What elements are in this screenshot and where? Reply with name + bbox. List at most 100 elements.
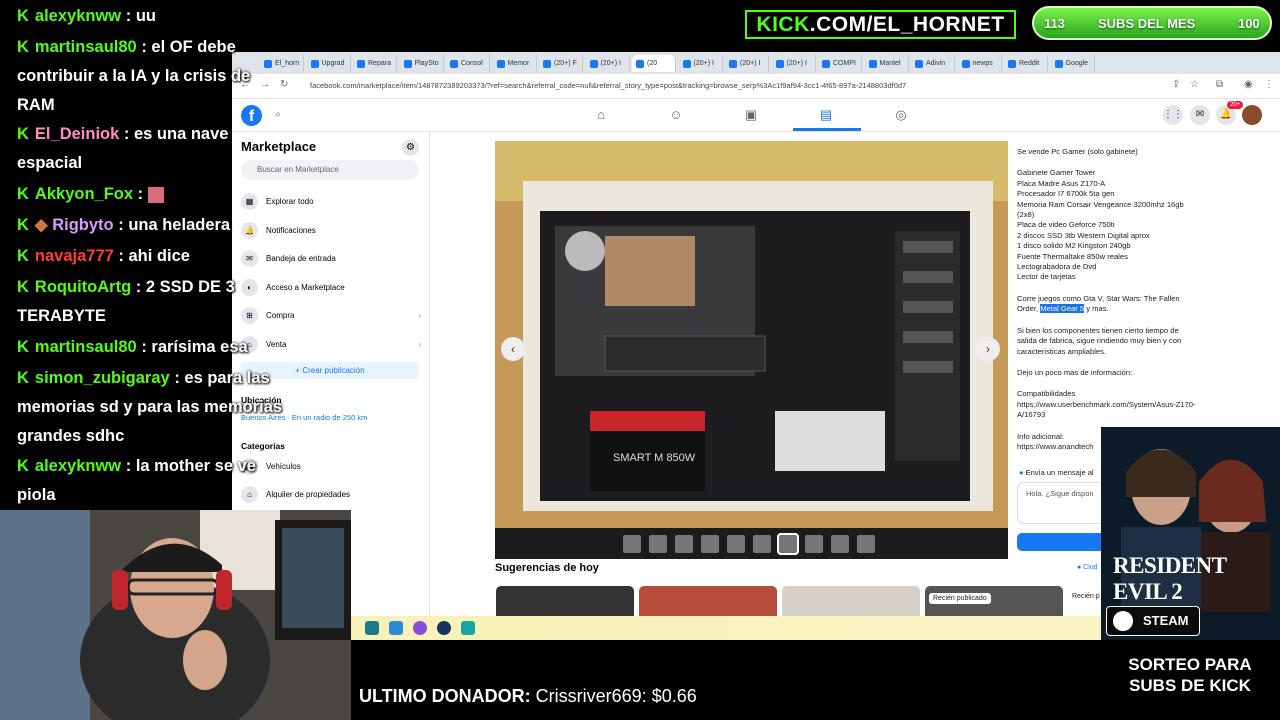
tab-favicon-icon bbox=[589, 59, 598, 68]
browser-tab[interactable]: newps bbox=[958, 55, 1002, 72]
thumbnail[interactable] bbox=[623, 535, 641, 553]
kick-logo-icon: K bbox=[17, 125, 29, 143]
send-label-text: Envía un mensaje al bbox=[1025, 468, 1094, 477]
video-icon[interactable]: ▣ bbox=[743, 107, 759, 123]
chrome-icon[interactable] bbox=[413, 621, 427, 635]
browser-tab[interactable]: Consol bbox=[446, 55, 490, 72]
tab-label: (20+) I bbox=[740, 60, 761, 67]
thumbnail[interactable] bbox=[805, 535, 823, 553]
stream-chat: Kalexyknww : uu Kmartinsaul80 : el OF de… bbox=[0, 0, 300, 510]
browser-tab[interactable]: Upgrad bbox=[307, 55, 351, 72]
chat-username: martinsaul80 bbox=[34, 38, 137, 56]
chat-text: : bbox=[137, 185, 144, 203]
donor-label: ULTIMO DONADOR: bbox=[359, 686, 531, 706]
kick-logo-icon: K bbox=[17, 338, 29, 356]
next-photo-button[interactable]: › bbox=[976, 337, 1000, 361]
tab-favicon-icon bbox=[496, 59, 505, 68]
marketplace-icon[interactable]: ▤ bbox=[818, 107, 834, 123]
steam-icon[interactable] bbox=[437, 621, 451, 635]
extensions-icon[interactable]: ⧉ bbox=[1216, 79, 1223, 90]
avatar[interactable] bbox=[1242, 105, 1262, 125]
messenger-icon[interactable]: ✉ bbox=[1190, 105, 1210, 125]
app-icon[interactable] bbox=[461, 621, 475, 635]
file-explorer-icon[interactable] bbox=[365, 621, 379, 635]
home-icon[interactable]: ⌂ bbox=[593, 107, 609, 123]
listing-photo[interactable]: SMART M 850W ‹ › bbox=[495, 141, 1008, 559]
browser-tab[interactable]: (20+) I bbox=[725, 55, 769, 72]
browser-tab[interactable]: (20+) I bbox=[586, 55, 630, 72]
browser-tab[interactable]: Google bbox=[1051, 55, 1095, 72]
browser-tab[interactable]: COMPI bbox=[818, 55, 862, 72]
profile-icon[interactable]: ◉ bbox=[1244, 79, 1253, 90]
tab-favicon-icon bbox=[1054, 59, 1063, 68]
psu-label: SMART M 850W bbox=[613, 452, 696, 464]
thumbnail[interactable] bbox=[753, 535, 771, 553]
suggestions-title: Sugerencias de hoy bbox=[495, 562, 599, 574]
thumbnail[interactable] bbox=[727, 535, 745, 553]
thumbnail-active[interactable] bbox=[777, 533, 799, 555]
chat-message: K El_Deiniok : es una nave espacial bbox=[17, 120, 287, 178]
chat-message: Kalexyknww : uu bbox=[17, 2, 287, 31]
facebook-header: f ⌕ ⌂ ☺ ▣ ▤ ◎ ⋮⋮ ✉ 🔔 20+ bbox=[232, 99, 1280, 132]
chat-message: Knavaja777 : ahi dice bbox=[17, 242, 287, 271]
tab-label: (20 bbox=[647, 60, 658, 67]
location-pin-icon[interactable]: ● Ciud bbox=[1077, 564, 1098, 571]
kick-logo-icon: K bbox=[17, 369, 29, 387]
tab-favicon-icon bbox=[775, 59, 784, 68]
browser-tab[interactable]: Repara bbox=[353, 55, 397, 72]
thumbnail[interactable] bbox=[701, 535, 719, 553]
chat-username: navaja777 bbox=[34, 247, 114, 265]
tab-label: (20+) F bbox=[554, 60, 577, 67]
notification-badge: 20+ bbox=[1227, 101, 1244, 109]
settings-gear-icon[interactable]: ⚙ bbox=[402, 139, 419, 156]
edge-icon[interactable] bbox=[389, 621, 403, 635]
thumbnail[interactable] bbox=[857, 535, 875, 553]
star-icon[interactable]: ☆ bbox=[1190, 79, 1199, 90]
friends-icon[interactable]: ☺ bbox=[668, 107, 684, 123]
previous-photo-button[interactable]: ‹ bbox=[501, 337, 525, 361]
subs-goal: 100 bbox=[1238, 16, 1260, 31]
browser-tab[interactable]: PlaySto bbox=[400, 55, 444, 72]
tab-label: Adivin bbox=[926, 60, 946, 67]
url-field[interactable]: facebook.com/marketplace/item/1487872389… bbox=[310, 78, 1160, 94]
chat-username: simon_zubigaray bbox=[34, 369, 170, 387]
groups-icon[interactable]: ◎ bbox=[893, 107, 909, 123]
browser-tab[interactable]: (20+) I bbox=[679, 55, 723, 72]
browser-tab[interactable]: (20+) I bbox=[772, 55, 816, 72]
chat-message: Kalexyknww : la mother se ve piola bbox=[17, 452, 287, 510]
tab-favicon-icon bbox=[310, 59, 319, 68]
tab-favicon-icon bbox=[450, 59, 458, 68]
games-suffix: y mas. bbox=[1086, 304, 1109, 314]
chat-text: : rarísima esa bbox=[141, 338, 248, 356]
browser-tab[interactable]: Mantel bbox=[865, 55, 909, 72]
thumbnail[interactable] bbox=[649, 535, 667, 553]
description-games: Corre juegos como Gta V, Star Wars: The … bbox=[1017, 294, 1197, 315]
steam-label: STEAM bbox=[1143, 613, 1189, 628]
menu-icon[interactable]: ⋮ bbox=[1264, 79, 1274, 90]
tab-label: (20+) I bbox=[786, 60, 807, 67]
compat-link[interactable]: https://www.userbenchmark.com/System/Asu… bbox=[1017, 400, 1197, 421]
tab-label: Upgrad bbox=[321, 60, 345, 67]
browser-tab[interactable]: Memor bbox=[493, 55, 537, 72]
chat-text: : ahi dice bbox=[118, 247, 190, 265]
kick-channel-banner: KICK.COM/EL_HORNET bbox=[745, 10, 1016, 39]
apps-grid-icon[interactable]: ⋮⋮ bbox=[1163, 105, 1183, 125]
thumbnail[interactable] bbox=[831, 535, 849, 553]
chat-username: RoquitoArtg bbox=[34, 278, 132, 296]
browser-tab[interactable]: (20+) F bbox=[539, 55, 583, 72]
browser-tab[interactable]: Reddit bbox=[1004, 55, 1048, 72]
thumbnail[interactable] bbox=[675, 535, 693, 553]
tab-favicon-icon bbox=[868, 59, 877, 68]
webcam-feed bbox=[0, 510, 351, 720]
browser-tab[interactable]: (20 bbox=[632, 55, 676, 72]
steam-badge: STEAM bbox=[1106, 606, 1200, 636]
tab-favicon-icon bbox=[403, 59, 412, 68]
share-icon[interactable]: ⇪ bbox=[1172, 79, 1180, 90]
tab-label: Google bbox=[1065, 60, 1089, 67]
tab-favicon-icon bbox=[636, 59, 644, 68]
browser-tab[interactable]: Adivin bbox=[911, 55, 955, 72]
new-listing-badge: Recién publicado bbox=[929, 593, 991, 604]
chat-username: Akkyon_Fox bbox=[34, 185, 134, 203]
listing-description: Se vende Pc Gamer (solo gabinete) Gabine… bbox=[1017, 147, 1197, 452]
tab-label: (20+) I bbox=[693, 60, 714, 67]
